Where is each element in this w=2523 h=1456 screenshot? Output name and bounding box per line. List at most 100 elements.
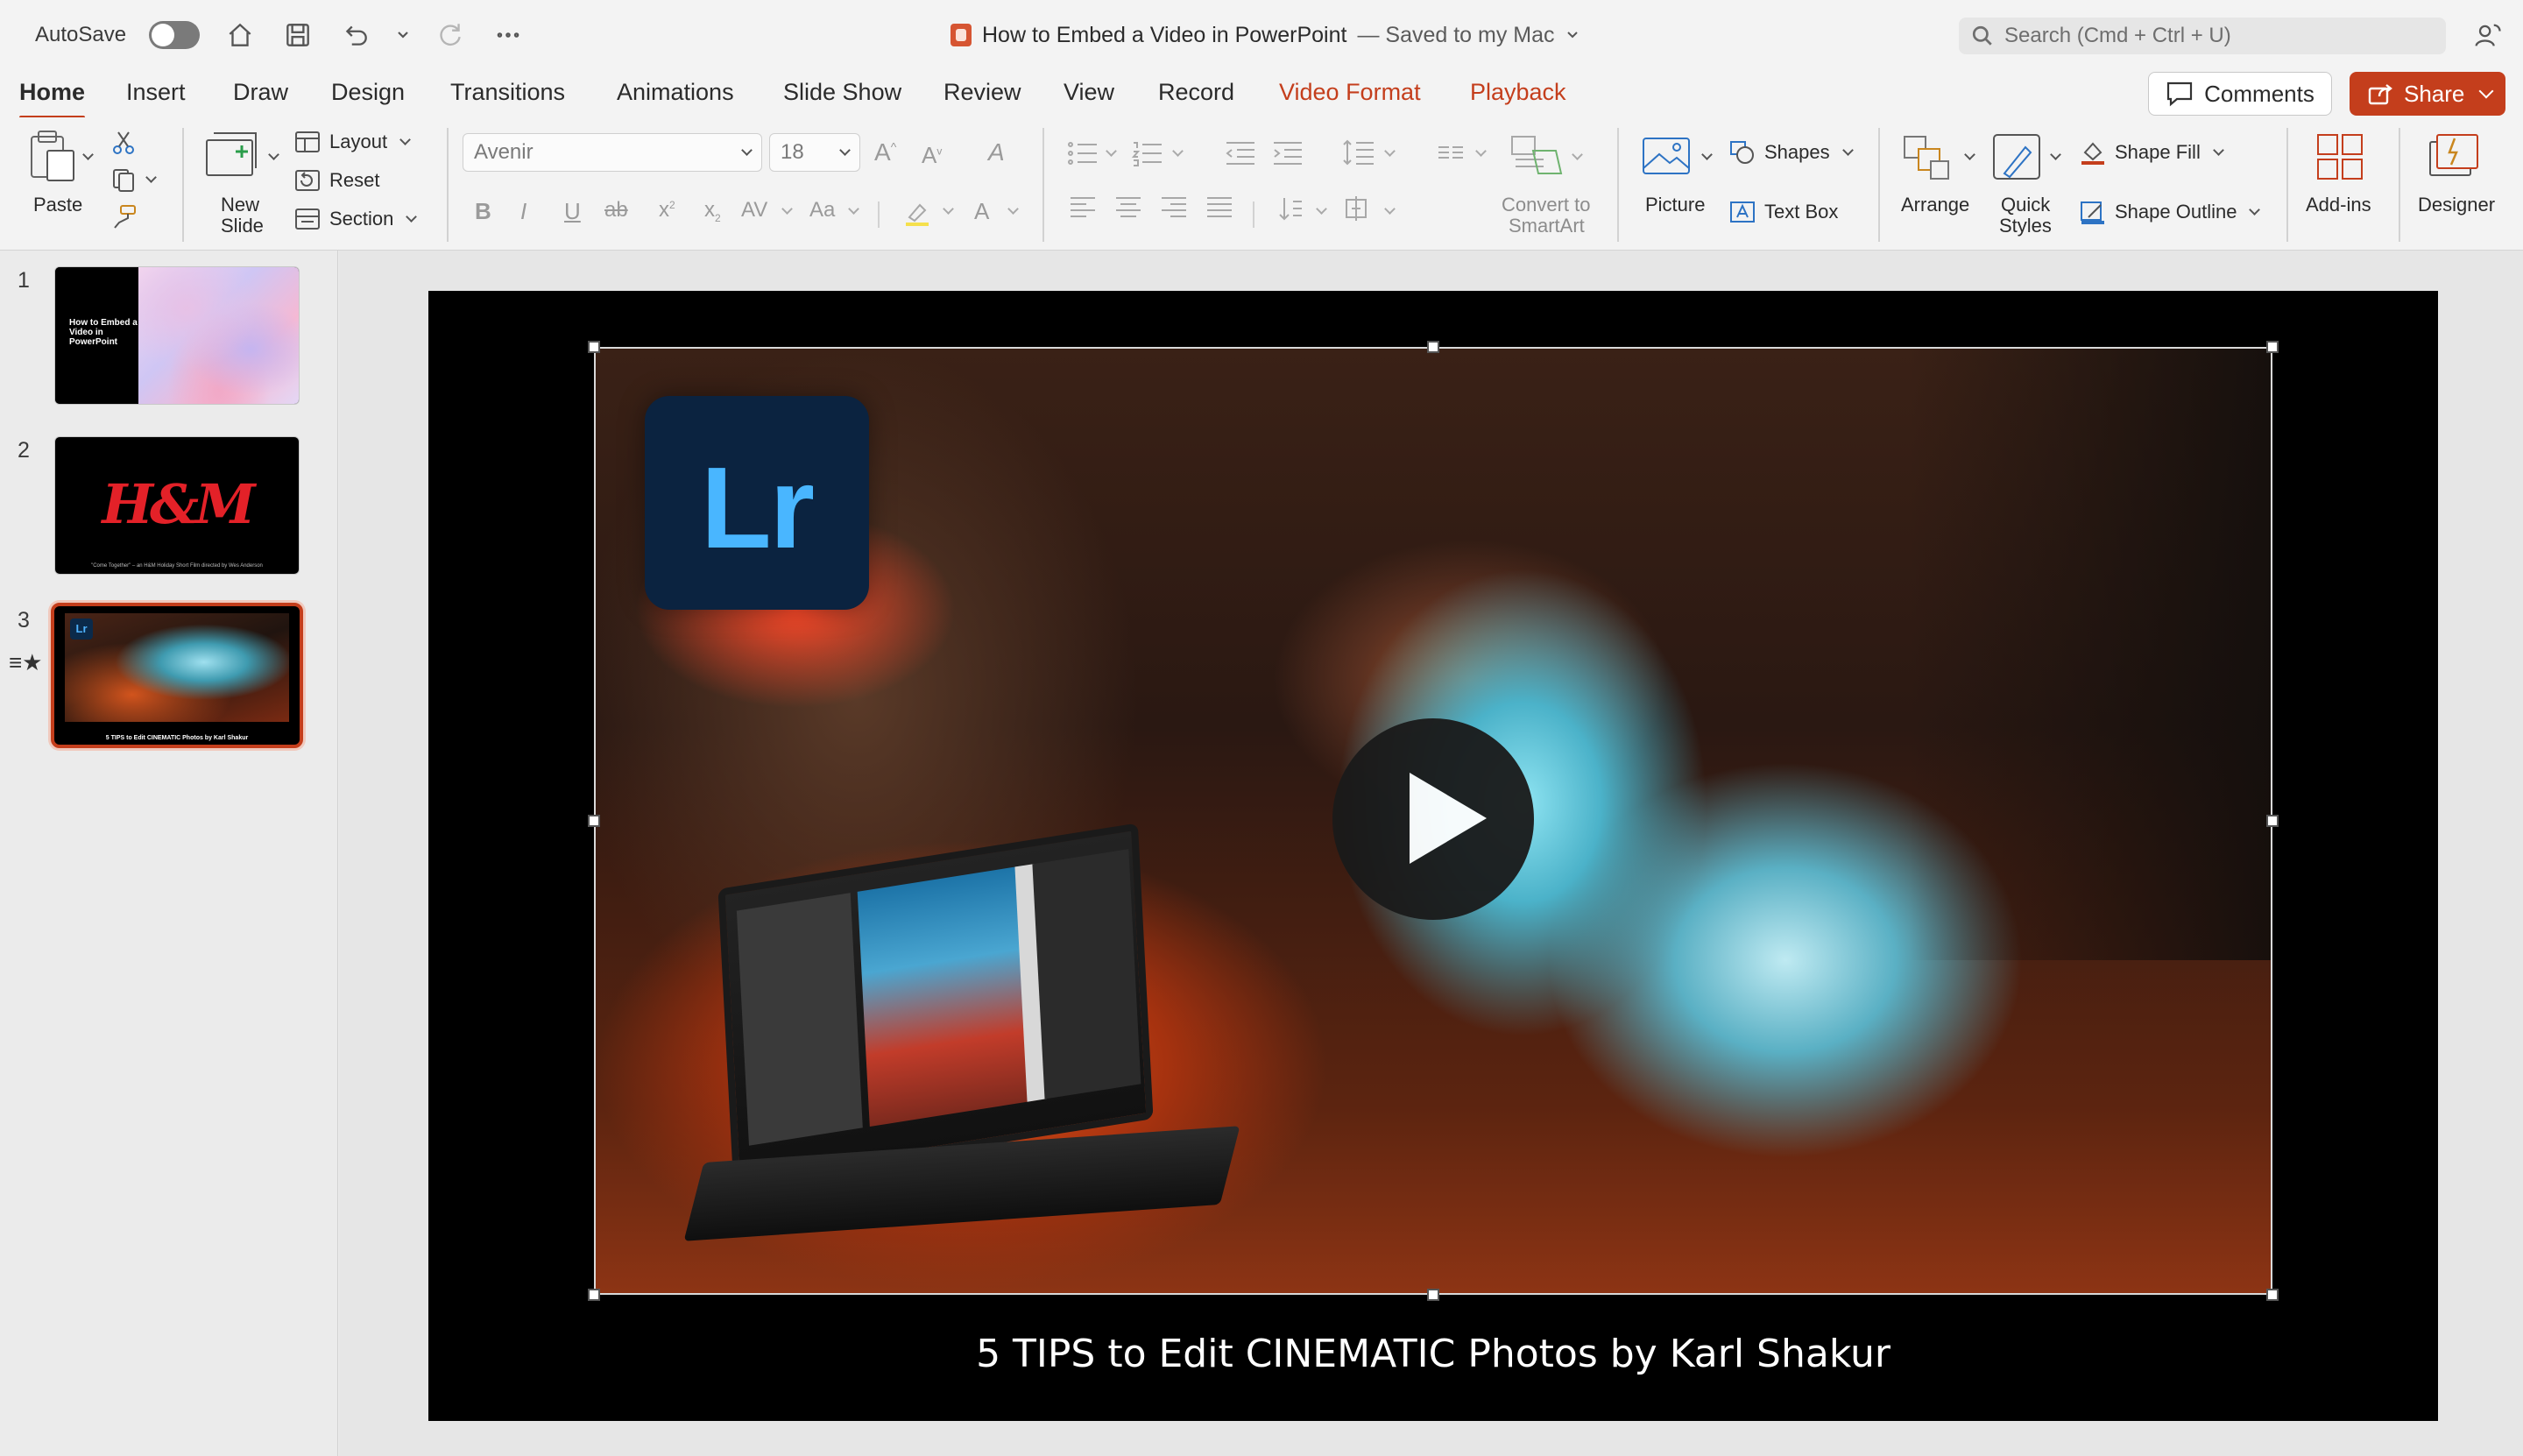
- quick-styles-label-line1[interactable]: Quick: [2001, 194, 2050, 216]
- font-size-select[interactable]: 18: [769, 133, 860, 172]
- align-text-chevron-down-icon[interactable]: [1384, 203, 1396, 215]
- tab-draw[interactable]: Draw: [233, 79, 288, 106]
- character-spacing-icon[interactable]: AV: [741, 198, 767, 223]
- cut-icon[interactable]: [110, 130, 137, 156]
- slide-thumbnail-2[interactable]: H&M "Come Together" – an H&M Holiday Sho…: [54, 436, 300, 575]
- undo-dropdown-chevron-icon[interactable]: [396, 18, 410, 53]
- align-right-icon[interactable]: [1160, 194, 1188, 225]
- tab-insert[interactable]: Insert: [126, 79, 186, 106]
- decrease-indent-icon[interactable]: [1225, 140, 1256, 166]
- shape-outline-button[interactable]: Shape Outline: [2080, 200, 2261, 224]
- format-painter-icon[interactable]: [110, 203, 138, 230]
- shape-fill-chevron-down-icon[interactable]: [2212, 144, 2224, 156]
- tab-review[interactable]: Review: [943, 79, 1021, 106]
- picture-label[interactable]: Picture: [1645, 194, 1705, 216]
- text-direction-chevron-down-icon[interactable]: [1316, 203, 1327, 215]
- arrange-label[interactable]: Arrange: [1901, 194, 1969, 216]
- align-left-icon[interactable]: [1069, 194, 1097, 225]
- share-button[interactable]: Share: [2350, 72, 2505, 116]
- superscript-icon[interactable]: x2: [659, 198, 675, 223]
- tab-home[interactable]: Home: [19, 79, 86, 119]
- quick-styles-icon[interactable]: [1990, 131, 2045, 182]
- justify-icon[interactable]: [1205, 194, 1233, 225]
- share-chevron-down-icon[interactable]: [2478, 83, 2494, 99]
- shapes-chevron-down-icon[interactable]: [1841, 144, 1854, 156]
- section-chevron-down-icon[interactable]: [406, 210, 418, 223]
- change-case-icon[interactable]: Aa: [809, 198, 835, 223]
- shape-outline-chevron-down-icon[interactable]: [2249, 203, 2261, 216]
- new-slide-label-line2[interactable]: Slide: [221, 216, 264, 237]
- slide-thumbnail-1[interactable]: How to Embed a Video in PowerPoint: [54, 266, 300, 405]
- quick-styles-label-line2[interactable]: Styles: [1999, 216, 2052, 237]
- resize-handle-right[interactable]: [2266, 815, 2279, 827]
- shape-fill-button[interactable]: Shape Fill: [2080, 140, 2224, 165]
- arrange-icon[interactable]: [1899, 131, 1954, 182]
- layout-chevron-down-icon[interactable]: [399, 133, 411, 145]
- new-slide-chevron-down-icon[interactable]: [268, 149, 279, 160]
- layout-button[interactable]: Layout: [294, 130, 411, 154]
- line-spacing-icon[interactable]: [1342, 138, 1375, 166]
- tab-playback[interactable]: Playback: [1470, 79, 1566, 106]
- slide-caption-text[interactable]: 5 TIPS to Edit CINEMATIC Photos by Karl …: [428, 1332, 2438, 1376]
- columns-chevron-down-icon[interactable]: [1475, 145, 1487, 157]
- arrange-chevron-down-icon[interactable]: [1964, 149, 1975, 160]
- convert-to-smartart-label-line2[interactable]: SmartArt: [1509, 216, 1585, 237]
- bullets-chevron-down-icon[interactable]: [1106, 145, 1117, 157]
- align-center-icon[interactable]: [1114, 194, 1142, 225]
- picture-icon[interactable]: [1640, 133, 1693, 179]
- line-spacing-chevron-down-icon[interactable]: [1384, 145, 1396, 157]
- numbering-icon[interactable]: [1131, 140, 1163, 166]
- new-slide-label-line1[interactable]: New: [221, 194, 259, 216]
- add-ins-icon[interactable]: [2315, 131, 2365, 182]
- comments-button[interactable]: Comments: [2148, 72, 2332, 116]
- copy-icon[interactable]: [110, 166, 138, 193]
- slide-thumbnail-3[interactable]: Lr 5 TIPS to Edit CINEMATIC Photos by Ka…: [51, 603, 303, 748]
- convert-to-smartart-icon[interactable]: [1509, 133, 1563, 179]
- increase-font-size-icon[interactable]: A^: [874, 138, 896, 166]
- resize-handle-bottom-right[interactable]: [2266, 1289, 2279, 1301]
- increase-indent-icon[interactable]: [1272, 140, 1304, 166]
- picture-chevron-down-icon[interactable]: [1701, 149, 1713, 160]
- tab-record[interactable]: Record: [1158, 79, 1234, 106]
- strikethrough-icon[interactable]: ab: [604, 198, 628, 223]
- shapes-button[interactable]: Shapes: [1729, 140, 1854, 165]
- columns-icon[interactable]: [1437, 140, 1465, 166]
- font-name-select[interactable]: Avenir: [463, 133, 762, 172]
- redo-icon[interactable]: [433, 18, 468, 53]
- resize-handle-bottom-left[interactable]: [588, 1289, 600, 1301]
- reset-button[interactable]: Reset: [294, 168, 379, 193]
- paste-chevron-down-icon[interactable]: [82, 149, 94, 160]
- save-icon[interactable]: [280, 18, 315, 53]
- character-spacing-chevron-down-icon[interactable]: [781, 203, 793, 215]
- new-slide-icon[interactable]: [203, 130, 261, 182]
- designer-icon[interactable]: [2427, 130, 2481, 182]
- italic-icon[interactable]: I: [520, 198, 527, 225]
- section-button[interactable]: Section: [294, 207, 418, 231]
- undo-icon[interactable]: [338, 18, 373, 53]
- account-icon[interactable]: [2472, 19, 2507, 54]
- title-chevron-down-icon[interactable]: [1565, 28, 1580, 42]
- document-title[interactable]: How to Embed a Video in PowerPoint — Sav…: [951, 19, 1580, 51]
- home-icon[interactable]: [223, 18, 258, 53]
- search-input[interactable]: Search (Cmd + Ctrl + U): [1959, 18, 2446, 54]
- align-text-icon[interactable]: [1344, 194, 1374, 229]
- add-ins-label[interactable]: Add-ins: [2306, 194, 2371, 216]
- bullets-icon[interactable]: [1067, 140, 1099, 166]
- tab-animations[interactable]: Animations: [617, 79, 734, 106]
- more-options-icon[interactable]: [491, 18, 526, 53]
- resize-handle-top-right[interactable]: [2266, 341, 2279, 353]
- clear-formatting-icon[interactable]: A: [988, 138, 1005, 166]
- convert-to-smartart-label-line1[interactable]: Convert to: [1502, 194, 1591, 216]
- resize-handle-left[interactable]: [588, 815, 600, 827]
- tab-slide-show[interactable]: Slide Show: [783, 79, 901, 106]
- paste-label[interactable]: Paste: [33, 194, 82, 216]
- resize-handle-top[interactable]: [1427, 341, 1439, 353]
- highlight-color-icon[interactable]: [902, 198, 932, 228]
- paste-icon[interactable]: [26, 128, 79, 184]
- text-box-button[interactable]: Text Box: [1729, 200, 1838, 224]
- numbering-chevron-down-icon[interactable]: [1172, 145, 1184, 157]
- bold-icon[interactable]: B: [475, 198, 491, 225]
- text-direction-icon[interactable]: [1276, 194, 1304, 229]
- tab-video-format[interactable]: Video Format: [1279, 79, 1421, 106]
- decrease-font-size-icon[interactable]: Av: [922, 142, 942, 169]
